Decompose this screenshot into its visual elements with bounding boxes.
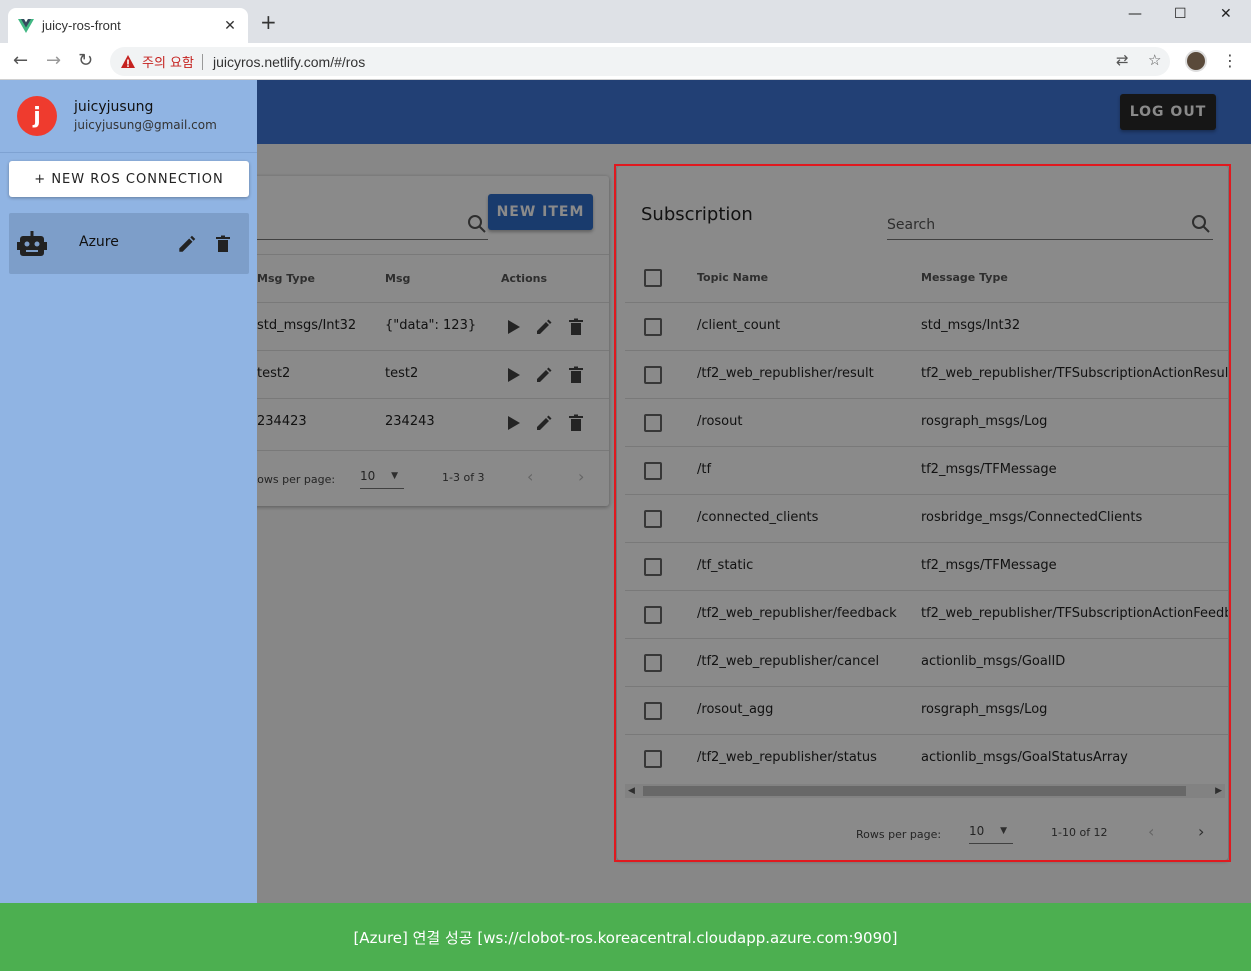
connection-label: Azure [79, 234, 119, 250]
warning-icon [121, 54, 135, 68]
tab-title: juicy-ros-front [42, 18, 121, 33]
browser-profile-avatar[interactable] [1185, 50, 1207, 72]
reload-icon[interactable]: ↻ [78, 51, 93, 71]
address-bar[interactable]: 주의 요함 juicyros.netlify.com/#/ros [110, 47, 1170, 76]
drawer-divider [0, 152, 257, 153]
new-ros-connection-button[interactable]: + NEW ROS CONNECTION [9, 161, 249, 197]
connection-item-azure[interactable]: Azure [9, 213, 249, 274]
bookmark-star-icon[interactable]: ☆ [1148, 51, 1161, 69]
forward-arrow-icon[interactable]: → [46, 51, 61, 71]
translate-icon[interactable]: ⇄ [1116, 51, 1129, 69]
browser-tab[interactable]: juicy-ros-front ✕ [8, 8, 248, 43]
edit-icon[interactable] [176, 233, 198, 255]
user-email: juicyjusung@gmail.com [74, 118, 217, 132]
app-root: LOG OUT NEW ITEM Msg Type Msg Actions st… [0, 80, 1251, 971]
minimize-icon[interactable]: — [1128, 6, 1142, 22]
snackbar: [Azure] 연결 성공 [ws://clobot-ros.koreacent… [0, 903, 1251, 971]
delete-icon[interactable] [213, 233, 233, 255]
vue-logo-icon [18, 18, 34, 33]
avatar: j [17, 96, 57, 136]
security-warning-label[interactable]: 주의 요함 [142, 52, 194, 71]
omnibox-divider [201, 53, 203, 70]
browser-titlebar: juicy-ros-front ✕ + — ☐ ✕ [0, 0, 1251, 43]
navigation-drawer: j juicyjusung juicyjusung@gmail.com + NE… [0, 80, 257, 971]
window-close-icon[interactable]: ✕ [1220, 6, 1232, 22]
browser-toolbar: ← → ↻ 주의 요함 juicyros.netlify.com/#/ros ⇄… [0, 43, 1251, 80]
url-text[interactable]: juicyros.netlify.com/#/ros [213, 54, 365, 70]
new-tab-button[interactable]: + [260, 12, 277, 32]
highlight-box [614, 164, 1231, 862]
user-name: juicyjusung [74, 99, 154, 115]
browser-menu-icon[interactable]: ⋮ [1222, 51, 1238, 70]
maximize-icon[interactable]: ☐ [1174, 6, 1187, 22]
back-arrow-icon[interactable]: ← [13, 51, 28, 71]
tab-close-icon[interactable]: ✕ [222, 18, 238, 34]
robot-icon [17, 231, 47, 256]
